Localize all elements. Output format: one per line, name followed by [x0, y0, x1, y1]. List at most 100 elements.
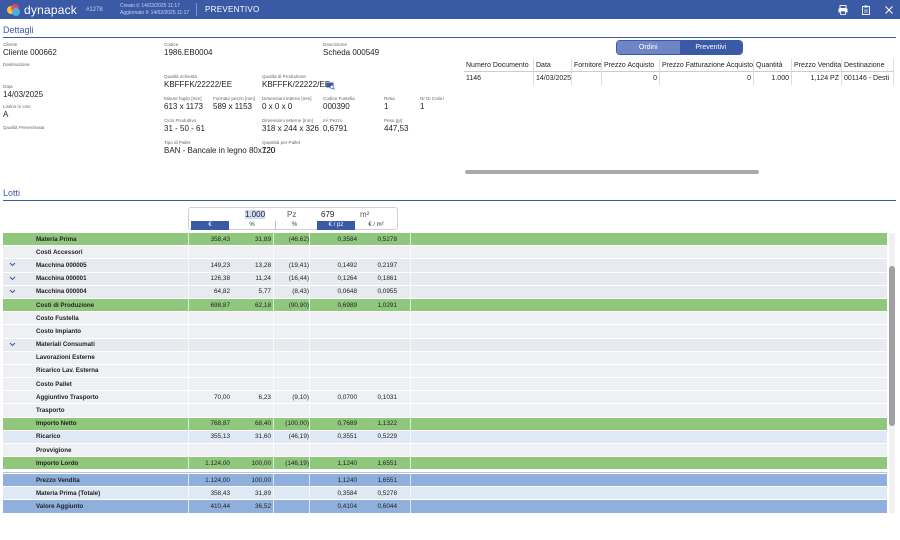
- field-cliente[interactable]: Cliente Cliente 000662: [3, 42, 57, 58]
- grid-row[interactable]: Materia Prima (Totale) 358,43 31,89 0,3584 0…: [3, 487, 887, 501]
- field-qualita-richiesta[interactable]: Qualità richiesta KBFFFK/22222/EE: [164, 74, 232, 90]
- row-label: Macchina 000001: [36, 275, 87, 283]
- grid-row[interactable]: Macchina 000005 149,23 13,28 (19,41) 0,1492 0…: [3, 259, 887, 273]
- row-value: 36,52: [255, 502, 271, 510]
- grid-row[interactable]: Prezzo Vendita 1.124,00 100,00 1,1240 1,6551: [3, 474, 887, 488]
- print-icon[interactable]: [838, 4, 848, 15]
- row-value: 0,5278: [377, 235, 397, 243]
- field-dimensioni-interne[interactable]: Dimensioni interne [mm] 0 x 0 x 0: [262, 96, 312, 112]
- column-header[interactable]: Destinazione: [842, 59, 894, 72]
- field-tipo-pallet[interactable]: Tipo di Pallet BAN - Bancale in legno 80…: [164, 140, 275, 156]
- field-qualita-preventivata[interactable]: Qualità Preventivata: [3, 125, 44, 131]
- grid-row[interactable]: Materia Prima 358,43 31,89 (46,62) 0,3584 0,5…: [3, 233, 887, 247]
- field-data[interactable]: Data 14/03/2025: [3, 84, 43, 100]
- field-quantita-pallet[interactable]: Quantità per Pallet 720: [262, 140, 300, 156]
- column-divider: [273, 378, 274, 391]
- grid-row[interactable]: Macchina 000001 126,38 11,24 (16,44) 0,1264 0…: [3, 272, 887, 286]
- grid-row[interactable]: Materiali Consumati: [3, 338, 887, 352]
- row-label: Importo Netto: [36, 420, 77, 428]
- field-qualita-produzione[interactable]: Qualità di Produzione KBFFFK/22222/EE: [262, 74, 330, 90]
- document-dates: Creato il: 14/03/2025 11:17 Aggiornato i…: [120, 3, 196, 17]
- row-label: Materia Prima (Totale): [36, 489, 101, 497]
- grid-row[interactable]: Valore Aggiunto 410,44 36,52 0,4104 0,6044: [3, 500, 887, 514]
- tab-preventivi[interactable]: Preventivi: [679, 41, 742, 54]
- chip-euro: €: [191, 221, 229, 230]
- row-value: 100,00: [251, 476, 271, 484]
- column-header[interactable]: Quantità: [754, 59, 792, 72]
- grid-row[interactable]: Costo Pallet: [3, 378, 887, 392]
- column-divider: [188, 500, 189, 513]
- search-card-icon[interactable]: [326, 82, 335, 90]
- field-nr-colori[interactable]: Nr Di Colori 1: [420, 96, 444, 112]
- grid-row[interactable]: Importo Netto 768,87 68,40 (100,00) 0,7689 1,…: [3, 417, 887, 431]
- row-value: 0,5278: [377, 489, 397, 497]
- row-value: (146,19): [285, 459, 309, 467]
- column-header[interactable]: Data: [534, 59, 572, 72]
- field-dimensioni-esterne[interactable]: Dimensioni esterne [mm] 318 x 244 x 326: [262, 118, 319, 134]
- table-row[interactable]: 1146 14/03/2025 0 0 1.000 1,124 PZ 001146 - De…: [464, 72, 894, 85]
- grid-row[interactable]: Costo Impianto: [3, 325, 887, 339]
- grid-row[interactable]: Costi di Produzione 698,87 62,18 (90,90) 0,6…: [3, 298, 887, 313]
- horizontal-scrollbar[interactable]: [465, 170, 759, 174]
- chip-percent: %: [249, 222, 255, 228]
- field-misure-foglio[interactable]: Misure foglio [mm] 613 x 1173: [164, 96, 203, 112]
- column-divider: [273, 474, 274, 487]
- column-divider: [188, 259, 189, 272]
- chevron-down-icon[interactable]: [9, 341, 17, 349]
- grid-row[interactable]: Costi Accessori: [3, 246, 887, 260]
- field-codice[interactable]: Codice 1986.EB0004: [164, 42, 213, 58]
- close-icon[interactable]: [884, 5, 894, 15]
- grid-row[interactable]: Ricarico Lav. Esterna: [3, 364, 887, 379]
- row-value: 698,87: [210, 301, 230, 309]
- field-ciclo-produttivo[interactable]: Ciclo Produttivo 31 - 50 - 61: [164, 118, 205, 134]
- field-peso[interactable]: Peso [gr] 447,53: [384, 118, 408, 134]
- summary-divider: [3, 472, 887, 473]
- clipboard-icon[interactable]: [861, 5, 871, 15]
- quantity-input[interactable]: 1.000: [245, 210, 266, 219]
- row-value: 31,89: [255, 489, 271, 497]
- column-divider: [273, 391, 274, 404]
- field-resa[interactable]: Resa 1: [384, 96, 395, 112]
- column-divider: [309, 457, 310, 470]
- row-value: 149,23: [210, 261, 230, 269]
- chevron-down-icon[interactable]: [9, 275, 17, 283]
- field-codice-fustella[interactable]: Codice Fustella 000390: [323, 96, 355, 112]
- column-header[interactable]: Prezzo Acquisto: [602, 59, 660, 72]
- vertical-scrollbar[interactable]: [889, 266, 895, 426]
- column-divider: [188, 444, 189, 457]
- grid-row[interactable]: Costo Fustella: [3, 312, 887, 326]
- grid-row[interactable]: Ricarico 355,13 31,60 (46,19) 0,3551 0,5229: [3, 430, 887, 444]
- tab-ordini[interactable]: Ordini: [617, 41, 680, 54]
- row-value: 355,13: [210, 433, 230, 441]
- column-header[interactable]: Prezzo Vendita: [792, 59, 842, 72]
- created-date: Creato il: 14/03/2025 11:17: [120, 2, 180, 9]
- column-divider: [188, 391, 189, 404]
- column-header[interactable]: Fornitore: [572, 59, 602, 72]
- field-formato-pezzo[interactable]: Formato pezzo [mm] 589 x 1153: [213, 96, 255, 112]
- column-header[interactable]: Prezzo Fatturazione Acquisto: [660, 59, 754, 72]
- column-header[interactable]: Numero Documento: [464, 59, 534, 72]
- grid-row[interactable]: Macchina 000004 64,82 5,77 (8,43) 0,0648 0,09…: [3, 285, 887, 299]
- grid-row[interactable]: Provvigione: [3, 444, 887, 458]
- column-divider: [188, 430, 189, 443]
- field-m2-pezzo[interactable]: m² Pezzo 0,6791: [323, 118, 347, 134]
- dettagli-title: Dettagli: [3, 25, 34, 35]
- field-descrizione[interactable]: Descrizione Scheda 000549: [323, 42, 379, 58]
- grid-row[interactable]: Aggiuntivo Trasporto 70,00 6,23 (9,10) 0,070…: [3, 391, 887, 405]
- row-value: (19,41): [288, 261, 309, 269]
- column-divider: [309, 285, 310, 298]
- column-divider: [273, 272, 274, 285]
- row-value: 126,38: [210, 275, 230, 283]
- row-value: 0,0648: [337, 288, 357, 296]
- chevron-down-icon[interactable]: [9, 288, 17, 296]
- field-listino[interactable]: Listino in Uso A: [3, 104, 31, 120]
- field-destinazione[interactable]: Destinazione: [3, 62, 30, 68]
- ordini-preventivi-toggle[interactable]: Ordini Preventivi: [616, 40, 743, 55]
- column-divider: [309, 351, 310, 364]
- table-header: Numero Documento Data Fornitore Prezzo Acqu…: [464, 59, 894, 72]
- grid-row[interactable]: Lavorazioni Esterne: [3, 351, 887, 365]
- grid-row[interactable]: Importo Lordo 1.124,00 100,00 (146,19) 1,124…: [3, 457, 887, 471]
- row-value: 0,5229: [377, 433, 397, 441]
- chevron-down-icon[interactable]: [9, 261, 17, 269]
- grid-row[interactable]: Trasporto: [3, 404, 887, 418]
